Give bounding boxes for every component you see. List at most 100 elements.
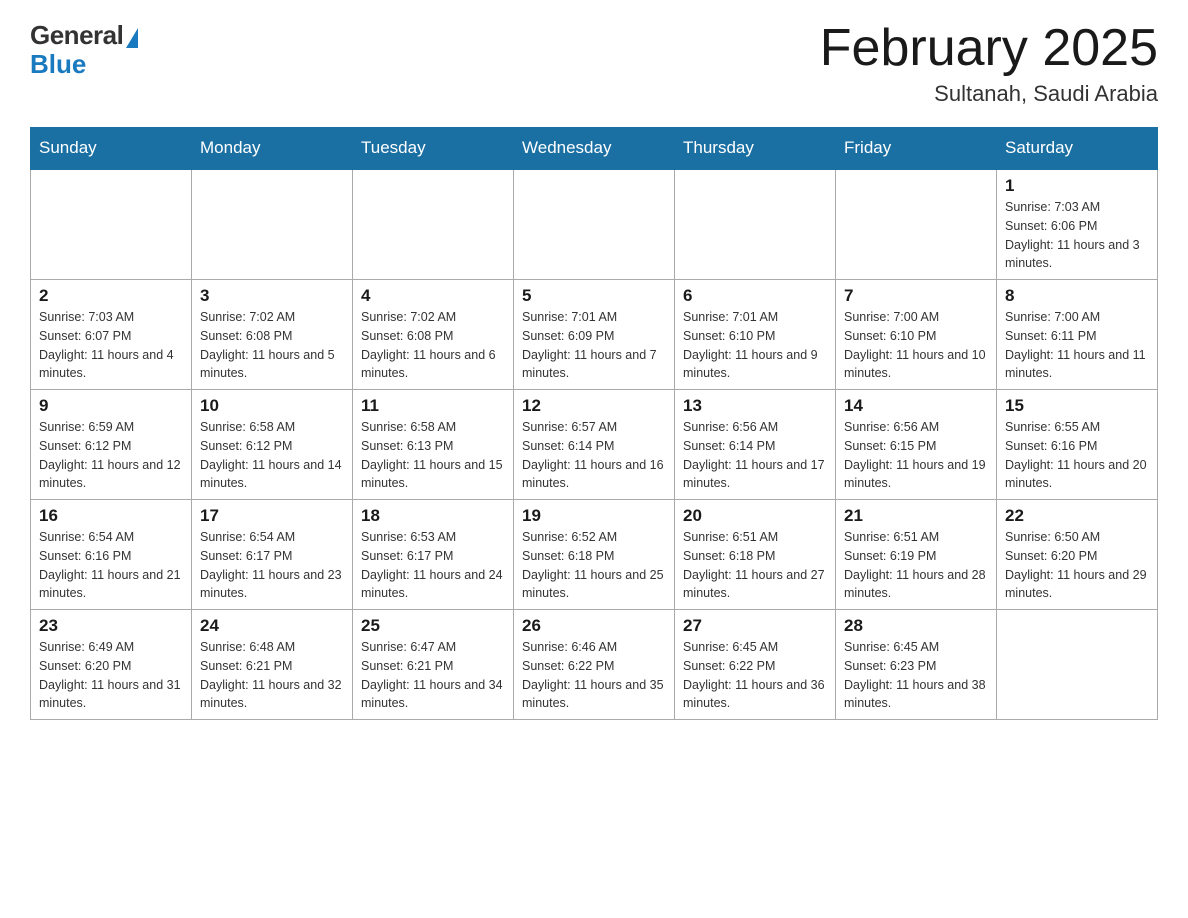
table-row: 9Sunrise: 6:59 AMSunset: 6:12 PMDaylight… — [31, 390, 192, 500]
sunrise-text: Sunrise: 6:52 AM — [522, 528, 666, 547]
day-number: 5 — [522, 286, 666, 306]
day-number: 23 — [39, 616, 183, 636]
table-row: 18Sunrise: 6:53 AMSunset: 6:17 PMDayligh… — [353, 500, 514, 610]
day-number: 6 — [683, 286, 827, 306]
day-of-week-header: Sunday — [31, 128, 192, 170]
sunrise-text: Sunrise: 7:03 AM — [39, 308, 183, 327]
daylight-text: Daylight: 11 hours and 15 minutes. — [361, 456, 505, 494]
sunset-text: Sunset: 6:23 PM — [844, 657, 988, 676]
daylight-text: Daylight: 11 hours and 35 minutes. — [522, 676, 666, 714]
sunrise-text: Sunrise: 6:57 AM — [522, 418, 666, 437]
sunrise-text: Sunrise: 6:53 AM — [361, 528, 505, 547]
sunset-text: Sunset: 6:17 PM — [361, 547, 505, 566]
sunrise-text: Sunrise: 7:03 AM — [1005, 198, 1149, 217]
day-number: 24 — [200, 616, 344, 636]
day-info: Sunrise: 6:54 AMSunset: 6:16 PMDaylight:… — [39, 528, 183, 603]
day-number: 28 — [844, 616, 988, 636]
day-number: 16 — [39, 506, 183, 526]
sunrise-text: Sunrise: 6:58 AM — [200, 418, 344, 437]
table-row: 21Sunrise: 6:51 AMSunset: 6:19 PMDayligh… — [836, 500, 997, 610]
sunset-text: Sunset: 6:16 PM — [1005, 437, 1149, 456]
table-row: 25Sunrise: 6:47 AMSunset: 6:21 PMDayligh… — [353, 610, 514, 720]
daylight-text: Daylight: 11 hours and 10 minutes. — [844, 346, 988, 384]
sunrise-text: Sunrise: 6:59 AM — [39, 418, 183, 437]
sunset-text: Sunset: 6:21 PM — [200, 657, 344, 676]
table-row: 6Sunrise: 7:01 AMSunset: 6:10 PMDaylight… — [675, 280, 836, 390]
table-row: 10Sunrise: 6:58 AMSunset: 6:12 PMDayligh… — [192, 390, 353, 500]
logo-blue-text: Blue — [30, 49, 86, 80]
table-row: 12Sunrise: 6:57 AMSunset: 6:14 PMDayligh… — [514, 390, 675, 500]
day-of-week-header: Wednesday — [514, 128, 675, 170]
table-row: 4 Sunrise: 7:02 AMSunset: 6:08 PMDaylight… — [353, 280, 514, 390]
day-of-week-header: Monday — [192, 128, 353, 170]
day-info: Sunrise: 7:01 AMSunset: 6:09 PMDaylight:… — [522, 308, 666, 383]
logo-triangle-icon — [126, 28, 138, 48]
day-info: Sunrise: 6:51 AMSunset: 6:19 PMDaylight:… — [844, 528, 988, 603]
day-info: Sunrise: 7:02 AMSunset: 6:08 PMDaylight:… — [200, 308, 344, 383]
sunrise-text: Sunrise: 6:54 AM — [39, 528, 183, 547]
day-info: Sunrise: 6:45 AMSunset: 6:22 PMDaylight:… — [683, 638, 827, 713]
daylight-text: Daylight: 11 hours and 6 minutes. — [361, 346, 505, 384]
day-info: Sunrise: 7:03 AMSunset: 6:06 PMDaylight:… — [1005, 198, 1149, 273]
table-row: 7Sunrise: 7:00 AMSunset: 6:10 PMDaylight… — [836, 280, 997, 390]
table-row: 8Sunrise: 7:00 AMSunset: 6:11 PMDaylight… — [997, 280, 1158, 390]
day-number: 4 — [361, 286, 505, 306]
daylight-text: Daylight: 11 hours and 9 minutes. — [683, 346, 827, 384]
daylight-text: Daylight: 11 hours and 34 minutes. — [361, 676, 505, 714]
sunset-text: Sunset: 6:14 PM — [522, 437, 666, 456]
sunset-text: Sunset: 6:20 PM — [1005, 547, 1149, 566]
sunrise-text: Sunrise: 6:54 AM — [200, 528, 344, 547]
sunset-text: Sunset: 6:22 PM — [522, 657, 666, 676]
sunset-text: Sunset: 6:18 PM — [683, 547, 827, 566]
sunset-text: Sunset: 6:09 PM — [522, 327, 666, 346]
day-number: 11 — [361, 396, 505, 416]
day-info: Sunrise: 7:03 AMSunset: 6:07 PMDaylight:… — [39, 308, 183, 383]
day-info: Sunrise: 7:01 AMSunset: 6:10 PMDaylight:… — [683, 308, 827, 383]
sunset-text: Sunset: 6:08 PM — [361, 327, 505, 346]
day-info: Sunrise: 6:50 AMSunset: 6:20 PMDaylight:… — [1005, 528, 1149, 603]
daylight-text: Daylight: 11 hours and 12 minutes. — [39, 456, 183, 494]
table-row — [31, 169, 192, 280]
sunset-text: Sunset: 6:22 PM — [683, 657, 827, 676]
sunset-text: Sunset: 6:10 PM — [683, 327, 827, 346]
day-info: Sunrise: 6:46 AMSunset: 6:22 PMDaylight:… — [522, 638, 666, 713]
sunset-text: Sunset: 6:11 PM — [1005, 327, 1149, 346]
sunrise-text: Sunrise: 6:58 AM — [361, 418, 505, 437]
day-number: 19 — [522, 506, 666, 526]
day-info: Sunrise: 6:58 AMSunset: 6:13 PMDaylight:… — [361, 418, 505, 493]
day-info: Sunrise: 6:48 AMSunset: 6:21 PMDaylight:… — [200, 638, 344, 713]
day-of-week-header: Thursday — [675, 128, 836, 170]
day-info: Sunrise: 6:53 AMSunset: 6:17 PMDaylight:… — [361, 528, 505, 603]
sunset-text: Sunset: 6:13 PM — [361, 437, 505, 456]
day-number: 8 — [1005, 286, 1149, 306]
table-row — [514, 169, 675, 280]
sunset-text: Sunset: 6:12 PM — [200, 437, 344, 456]
daylight-text: Daylight: 11 hours and 31 minutes. — [39, 676, 183, 714]
table-row: 5Sunrise: 7:01 AMSunset: 6:09 PMDaylight… — [514, 280, 675, 390]
location-text: Sultanah, Saudi Arabia — [820, 81, 1158, 107]
table-row: 24Sunrise: 6:48 AMSunset: 6:21 PMDayligh… — [192, 610, 353, 720]
sunrise-text: Sunrise: 7:02 AM — [361, 308, 505, 327]
sunrise-text: Sunrise: 6:46 AM — [522, 638, 666, 657]
table-row: 11Sunrise: 6:58 AMSunset: 6:13 PMDayligh… — [353, 390, 514, 500]
sunrise-text: Sunrise: 6:45 AM — [844, 638, 988, 657]
sunset-text: Sunset: 6:14 PM — [683, 437, 827, 456]
sunrise-text: Sunrise: 6:45 AM — [683, 638, 827, 657]
day-info: Sunrise: 6:59 AMSunset: 6:12 PMDaylight:… — [39, 418, 183, 493]
calendar-week-row: 9Sunrise: 6:59 AMSunset: 6:12 PMDaylight… — [31, 390, 1158, 500]
sunset-text: Sunset: 6:18 PM — [522, 547, 666, 566]
calendar-week-row: 16Sunrise: 6:54 AMSunset: 6:16 PMDayligh… — [31, 500, 1158, 610]
table-row: 19Sunrise: 6:52 AMSunset: 6:18 PMDayligh… — [514, 500, 675, 610]
table-row: 16Sunrise: 6:54 AMSunset: 6:16 PMDayligh… — [31, 500, 192, 610]
month-title: February 2025 — [820, 20, 1158, 77]
daylight-text: Daylight: 11 hours and 4 minutes. — [39, 346, 183, 384]
sunset-text: Sunset: 6:19 PM — [844, 547, 988, 566]
day-number: 17 — [200, 506, 344, 526]
calendar-week-row: 2Sunrise: 7:03 AMSunset: 6:07 PMDaylight… — [31, 280, 1158, 390]
daylight-text: Daylight: 11 hours and 3 minutes. — [1005, 236, 1149, 274]
table-row: 15Sunrise: 6:55 AMSunset: 6:16 PMDayligh… — [997, 390, 1158, 500]
day-info: Sunrise: 6:51 AMSunset: 6:18 PMDaylight:… — [683, 528, 827, 603]
daylight-text: Daylight: 11 hours and 7 minutes. — [522, 346, 666, 384]
title-block: February 2025 Sultanah, Saudi Arabia — [820, 20, 1158, 107]
calendar-header-row: SundayMondayTuesdayWednesdayThursdayFrid… — [31, 128, 1158, 170]
